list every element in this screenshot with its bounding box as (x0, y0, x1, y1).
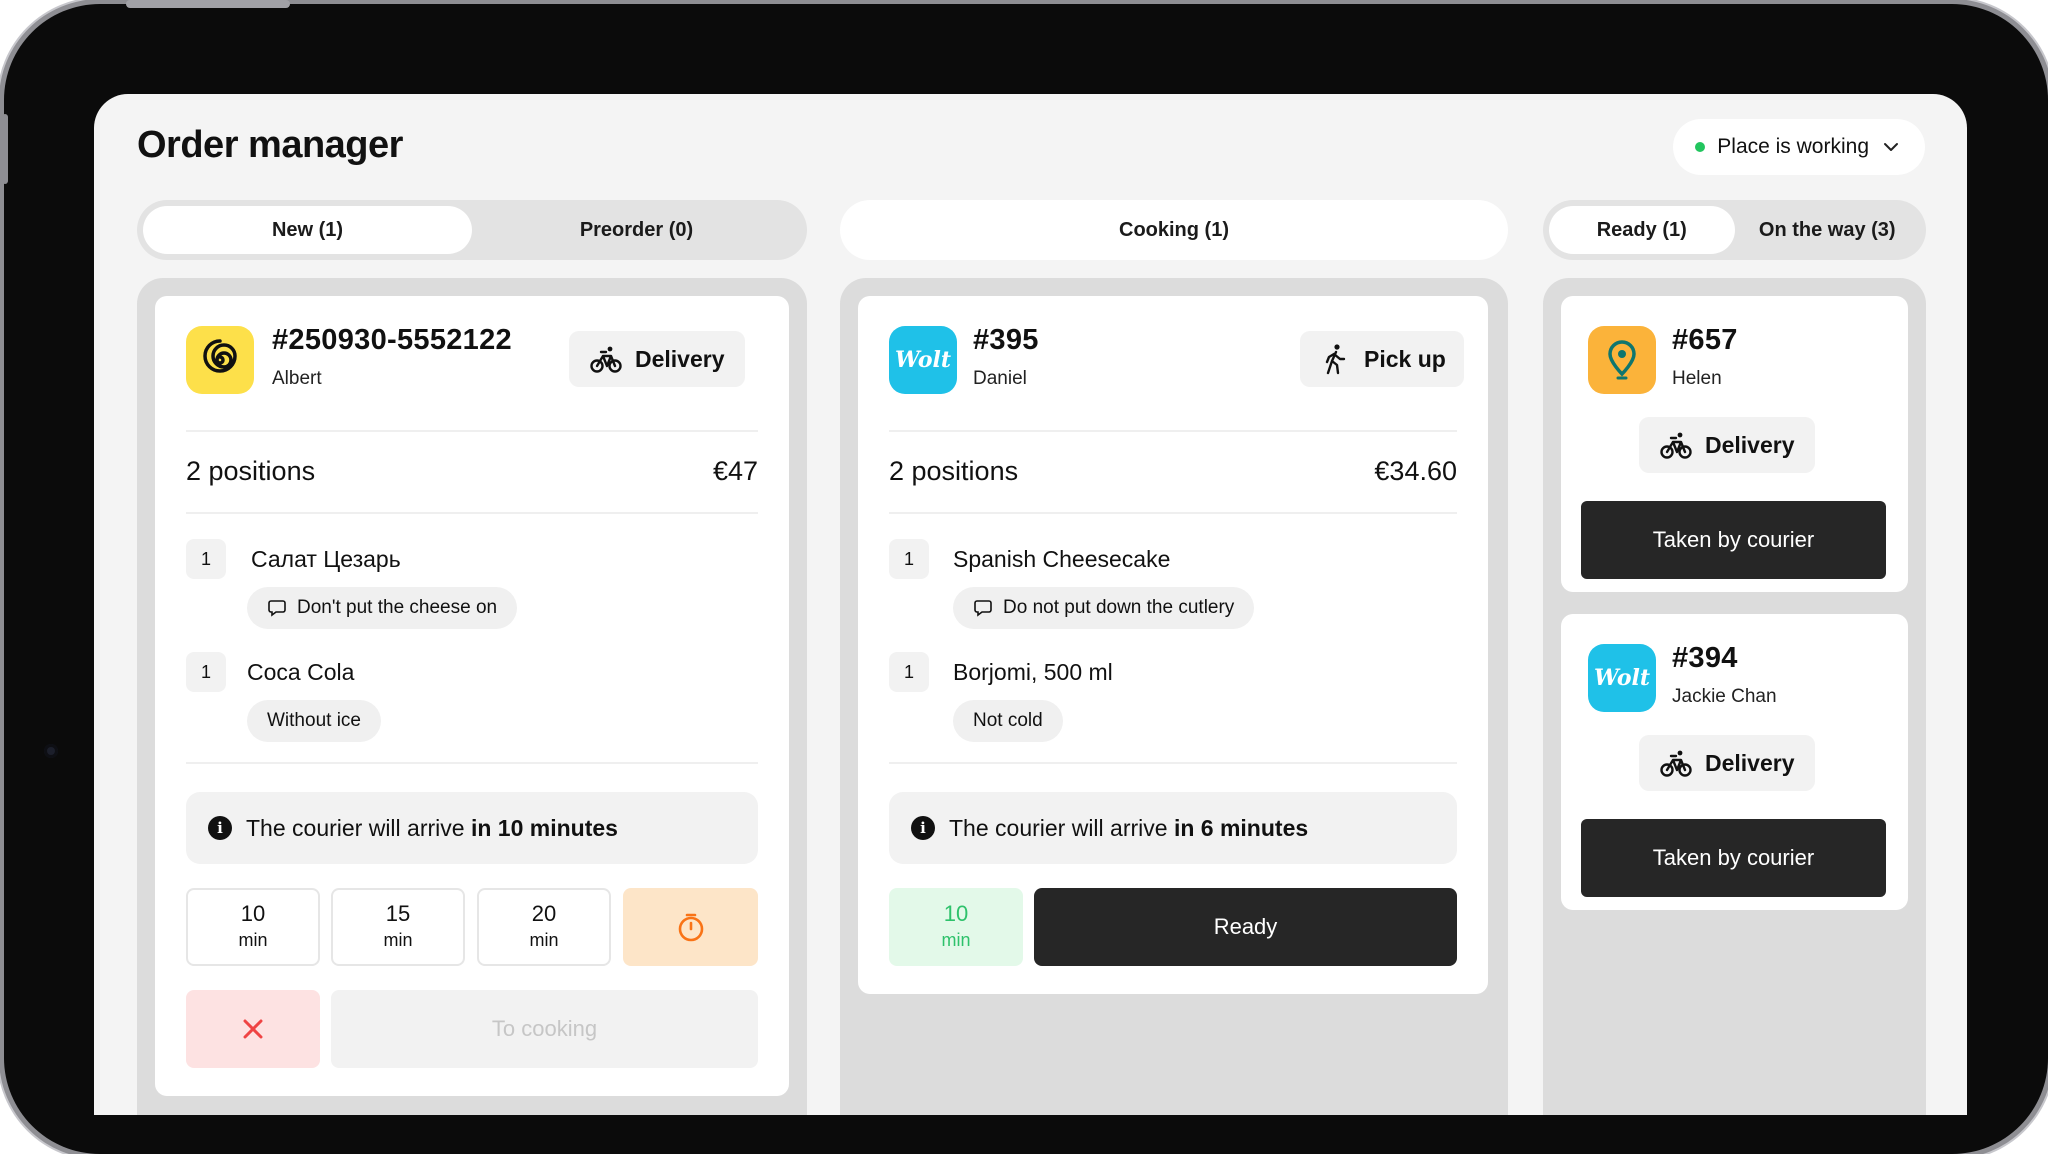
divider (186, 512, 758, 514)
delivery-type-label: Delivery (1705, 431, 1795, 458)
wolt-logo-icon: Wolt (889, 326, 957, 394)
item-qty: 1 (889, 652, 929, 692)
page-title: Order manager (137, 124, 403, 166)
taken-by-courier-button[interactable]: Taken by courier (1581, 501, 1886, 579)
stopwatch-icon (678, 913, 703, 942)
courier-info-text: The courier will arrive in 6 minutes (949, 814, 1309, 841)
positions-count: 2 positions (186, 456, 316, 486)
item-note: Don't put the cheese on (247, 587, 518, 629)
delivery-type-label: Delivery (1705, 749, 1795, 776)
chevron-down-icon (1884, 143, 1898, 151)
tab-on-the-way[interactable]: On the way (3) (1735, 206, 1921, 254)
item-note-text: Not cold (973, 710, 1043, 731)
pickup-type-label: Pick up (1364, 345, 1446, 372)
pickup-type-badge: Pick up (1300, 331, 1464, 387)
bicycle-icon (1660, 432, 1692, 459)
comment-icon (268, 600, 286, 617)
cancel-order-button[interactable] (186, 990, 320, 1068)
camera (44, 744, 58, 758)
item-note-text: Do not put down the cutlery (1003, 597, 1235, 618)
wolt-logo-icon: Wolt (1588, 644, 1656, 712)
info-icon: i (911, 816, 935, 840)
info-icon: i (208, 816, 232, 840)
item-name: Coca Cola (247, 659, 355, 685)
ready-column: #657 Helen Delivery Taken by courier Wol… (1543, 278, 1926, 1115)
item-name: Spanish Cheesecake (953, 546, 1171, 572)
divider (889, 762, 1457, 764)
item-qty: 1 (186, 652, 226, 692)
customer-name: Jackie Chan (1672, 686, 1777, 707)
item-note: Do not put down the cutlery (953, 587, 1255, 629)
bicycle-icon (590, 346, 622, 373)
cooking-tabs: Cooking (1) (840, 200, 1508, 260)
order-card: Wolt #395 Daniel Pick up 2 positions €34… (858, 296, 1488, 994)
customer-name: Helen (1672, 368, 1722, 389)
taken-by-courier-button[interactable]: Taken by courier (1581, 819, 1886, 897)
close-icon (243, 1019, 263, 1039)
time-15-button[interactable]: 15 min (331, 888, 465, 966)
divider (889, 512, 1457, 514)
to-cooking-button[interactable]: To cooking (331, 990, 758, 1068)
item-qty: 1 (889, 539, 929, 579)
divider (889, 430, 1457, 432)
comment-icon (974, 600, 992, 617)
delivery-type-badge: Delivery (1639, 735, 1815, 791)
tab-preorder[interactable]: Preorder (0) (472, 206, 801, 254)
ready-tabs: Ready (1) On the way (3) (1543, 200, 1926, 260)
item-note: Not cold (953, 700, 1063, 742)
ready-button[interactable]: Ready (1034, 888, 1457, 966)
divider (186, 430, 758, 432)
tab-cooking[interactable]: Cooking (1) (846, 206, 1502, 254)
item-note: Without ice (247, 700, 381, 742)
item-qty: 1 (186, 539, 226, 579)
item-note-text: Don't put the cheese on (297, 597, 498, 618)
order-card: #657 Helen Delivery Taken by courier (1561, 296, 1908, 592)
power-button (204, 0, 290, 8)
item-note-text: Without ice (267, 710, 361, 731)
order-total: €34.60 (1374, 456, 1457, 486)
courier-info: i The courier will arrive in 6 minutes (889, 792, 1457, 864)
map-pin-logo-icon (1588, 326, 1656, 394)
walking-person-icon (1325, 344, 1346, 375)
time-10-button[interactable]: 10 min (186, 888, 320, 966)
side-button (2, 114, 8, 184)
tablet-frame: Order manager Place is working New (1) P… (2, 0, 2048, 1154)
customer-name: Daniel (973, 368, 1027, 389)
bicycle-icon (1660, 750, 1692, 777)
order-number: #394 (1672, 642, 1738, 674)
positions-count: 2 positions (889, 456, 1019, 486)
tab-ready[interactable]: Ready (1) (1549, 206, 1735, 254)
delivery-type-badge: Delivery (569, 331, 745, 387)
custom-timer-button[interactable] (623, 888, 758, 966)
delivery-type-label: Delivery (635, 345, 725, 372)
courier-info: i The courier will arrive in 10 minutes (186, 792, 758, 864)
status-dot-icon (1695, 142, 1706, 152)
order-total: €47 (712, 456, 758, 486)
courier-info-text: The courier will arrive in 10 minutes (246, 814, 618, 841)
customer-name: Albert (272, 368, 322, 389)
order-number: #395 (973, 324, 1039, 356)
delivery-type-badge: Delivery (1639, 417, 1815, 473)
cooking-timer: 10 min (889, 888, 1023, 966)
spiral-logo-icon (186, 326, 254, 394)
volume-button (126, 0, 212, 8)
order-number: #657 (1672, 324, 1738, 356)
app-screen: Order manager Place is working New (1) P… (94, 94, 1967, 1115)
divider (186, 762, 758, 764)
place-status-dropdown[interactable]: Place is working (1673, 119, 1925, 175)
order-card: #250930-5552122 Albert Delivery 2 positi… (155, 296, 789, 1096)
time-20-button[interactable]: 20 min (477, 888, 611, 966)
new-orders-column: #250930-5552122 Albert Delivery 2 positi… (137, 278, 807, 1115)
item-name: Borjomi, 500 ml (953, 659, 1113, 685)
status-label: Place is working (1717, 135, 1869, 158)
new-preorder-tabs: New (1) Preorder (0) (137, 200, 807, 260)
order-card: Wolt #394 Jackie Chan Delivery Taken by … (1561, 614, 1908, 910)
cooking-column: Wolt #395 Daniel Pick up 2 positions €34… (840, 278, 1508, 1115)
order-number: #250930-5552122 (272, 324, 512, 356)
tab-new[interactable]: New (1) (143, 206, 472, 254)
item-name: Салат Цезарь (251, 546, 401, 572)
